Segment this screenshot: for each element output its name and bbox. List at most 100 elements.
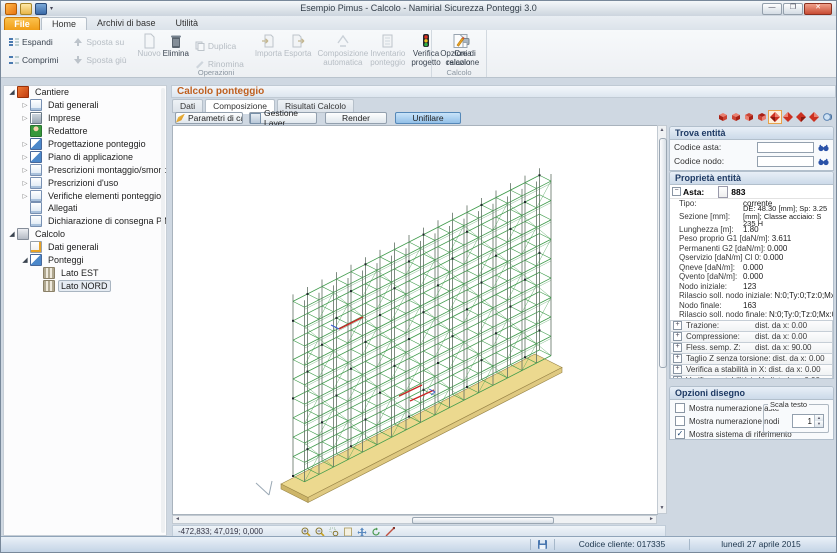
spin-down-icon[interactable]: ▼ <box>815 421 823 427</box>
tree-expander-icon[interactable]: ▷ <box>20 101 30 109</box>
verification-row[interactable]: +Verifica a stabilità in X:dist. da x: 0… <box>670 365 833 376</box>
property-row[interactable]: Peso proprio G1 [daN/m]:3.611 <box>670 234 833 244</box>
save-icon[interactable] <box>35 3 47 15</box>
codice-asta-input[interactable] <box>757 142 814 153</box>
checkbox-icon[interactable] <box>675 403 685 413</box>
tree-expander-icon[interactable]: ▷ <box>20 140 30 148</box>
tree-expander-icon[interactable]: ▷ <box>20 179 30 187</box>
maximize-button[interactable]: ❐ <box>783 3 803 15</box>
tree-item-dati-generali[interactable]: Dati generali <box>4 241 166 254</box>
tree-item-verifiche-elementi-ponteggio[interactable]: ▷Verifiche elementi ponteggio <box>4 189 166 202</box>
search-binoculars-icon[interactable] <box>818 143 829 152</box>
codice-nodo-input[interactable] <box>757 156 814 167</box>
view-diamond-icon-2[interactable] <box>782 111 794 123</box>
tree-expander-icon[interactable]: ▷ <box>20 114 30 122</box>
elimina-button[interactable]: Elimina <box>162 32 190 59</box>
inventario-ponteggio-button[interactable]: Inventario ponteggio <box>369 32 406 67</box>
verification-row[interactable]: +Taglio Z senza torsione:dist. da x: 0.0… <box>670 354 833 365</box>
vertical-scroll-thumb[interactable] <box>659 138 667 368</box>
tree-expander-icon[interactable]: ▷ <box>20 166 30 174</box>
view-cube-icon-2[interactable] <box>730 111 742 123</box>
horizontal-scrollbar[interactable]: ◄ ► <box>172 515 657 524</box>
vertical-scrollbar[interactable]: ▲ ▼ <box>657 125 667 514</box>
sposta-giu-button[interactable]: Sposta giù <box>69 52 130 68</box>
tree-item-ponteggi[interactable]: ◢Ponteggi <box>4 254 166 267</box>
expand-expander-icon[interactable]: + <box>673 343 682 352</box>
scroll-left-icon[interactable]: ◄ <box>173 516 182 523</box>
tree-item-dati-generali[interactable]: ▷Dati generali <box>4 99 166 112</box>
scroll-up-icon[interactable]: ▲ <box>658 126 666 135</box>
verification-row[interactable]: +Verifica a stabilità in Y:dist. da x: 0… <box>670 376 833 380</box>
collapse-expander-icon[interactable]: − <box>672 187 681 196</box>
checkbox-icon[interactable] <box>675 416 685 426</box>
verification-row[interactable]: +Trazione:dist. da x: 0.00 <box>670 320 833 332</box>
pan-icon[interactable] <box>357 527 367 537</box>
property-row[interactable]: Rilascio soll. nodo iniziale:N:0;Ty:0;Tz… <box>670 291 833 301</box>
app-icon[interactable] <box>5 3 17 15</box>
view-cube-icon-4[interactable] <box>756 111 768 123</box>
tree-scrollbar[interactable] <box>161 88 165 533</box>
property-row[interactable]: Sezione [mm]:DE: 48.30 [mm]; Sp: 3.25 [m… <box>670 209 833 225</box>
parametri-di-calcolo-button[interactable]: Parametri di calcolo <box>175 112 243 124</box>
file-tab[interactable]: File <box>4 17 40 31</box>
zoom-out-icon[interactable] <box>315 527 325 537</box>
importa-button[interactable]: Importa <box>254 32 283 59</box>
close-button[interactable]: ✕ <box>804 3 832 15</box>
sposta-su-button[interactable]: Sposta su <box>69 34 130 50</box>
scroll-right-icon[interactable]: ► <box>647 516 656 523</box>
render-button[interactable]: Render <box>325 112 387 124</box>
view-cube-icon-3[interactable] <box>743 111 755 123</box>
property-row[interactable]: Nodo iniziale:123 <box>670 282 833 292</box>
verification-row[interactable]: +Fless. semp. Z:dist. da x: 90.00 <box>670 343 833 354</box>
tree-expander-icon[interactable]: ▷ <box>20 192 30 200</box>
tree-item-calcolo[interactable]: ◢Calcolo <box>4 228 166 241</box>
property-row[interactable]: Qservizio [daN/m] Cl 0:0.000 <box>670 253 833 263</box>
tab-utilita[interactable]: Utilità <box>166 17 209 30</box>
tree-item-lato-est[interactable]: Lato EST <box>4 266 166 279</box>
tree-expander-icon[interactable]: ◢ <box>7 230 17 238</box>
tree-item-cantiere[interactable]: ◢Cantiere <box>4 86 166 99</box>
quick-access-dropdown-icon[interactable]: ▾ <box>50 4 53 14</box>
view-diamond-icon-3[interactable] <box>795 111 807 123</box>
tree-item-prescrizioni-montaggio-smontaggio[interactable]: ▷Prescrizioni montaggio/smontaggio <box>4 163 166 176</box>
nuovo-button[interactable]: Nuovo <box>137 32 162 59</box>
zoom-extents-icon[interactable] <box>343 527 353 537</box>
view-diamond-icon-1[interactable] <box>769 111 781 123</box>
expand-expander-icon[interactable]: + <box>673 332 682 341</box>
property-row[interactable]: Rilascio soll. nodo finale:N:0;Ty:0;Tz:0… <box>670 310 833 320</box>
scala-testo-spinner[interactable]: 1 ▲▼ <box>792 414 824 428</box>
tree-expander-icon[interactable]: ▷ <box>20 153 30 161</box>
open-icon[interactable] <box>20 3 32 15</box>
tree-item-piano-di-applicazione[interactable]: ▷Piano di applicazione <box>4 150 166 163</box>
entity-row[interactable]: − Asta: 883 <box>670 185 833 199</box>
property-row[interactable]: Qvento [daN/m]:0.000 <box>670 272 833 282</box>
view-cube-icon-1[interactable] <box>717 111 729 123</box>
tab-archivi-di-base[interactable]: Archivi di base <box>87 17 166 30</box>
tree-item-redattore[interactable]: Redattore <box>4 125 166 138</box>
gestione-layer-button[interactable]: Gestione Layer <box>249 112 317 124</box>
composizione-automatica-button[interactable]: Composizione automatica <box>317 32 370 67</box>
tree-item-allegati[interactable]: Allegati <box>4 202 166 215</box>
measure-icon[interactable] <box>385 527 395 537</box>
tree-item-prescrizioni-d-uso[interactable]: ▷Prescrizioni d'uso <box>4 176 166 189</box>
horizontal-scroll-thumb[interactable] <box>412 517 554 524</box>
tab-home[interactable]: Home <box>41 17 87 30</box>
property-row[interactable]: Qneve [daN/m]:0.000 <box>670 263 833 273</box>
view-rotate-3d-icon[interactable] <box>821 111 833 123</box>
search-binoculars-icon[interactable] <box>818 157 829 166</box>
tree-item-progettazione-ponteggio[interactable]: ▷Progettazione ponteggio <box>4 138 166 151</box>
scroll-down-icon[interactable]: ▼ <box>658 504 666 513</box>
comprimi-button[interactable]: Comprimi <box>5 52 62 68</box>
expand-expander-icon[interactable]: + <box>673 354 682 363</box>
tree-expander-icon[interactable]: ◢ <box>20 256 30 264</box>
rotate-view-icon[interactable] <box>371 527 381 537</box>
tab-dati[interactable]: Dati <box>172 99 203 113</box>
unifilare-button[interactable]: Unifilare <box>395 112 461 124</box>
tree-expander-icon[interactable]: ◢ <box>7 88 17 96</box>
expand-expander-icon[interactable]: + <box>673 365 682 374</box>
property-row[interactable]: Permanenti G2 [daN/m]:0.000 <box>670 244 833 254</box>
checkbox-checked-icon[interactable]: ✓ <box>675 429 685 439</box>
tree-item-lato-nord[interactable]: Lato NORD <box>4 279 166 292</box>
zoom-window-icon[interactable] <box>329 527 339 537</box>
tree-item-dichiarazione-di-consegna-pimus[interactable]: Dichiarazione di consegna PiMUS <box>4 215 166 228</box>
